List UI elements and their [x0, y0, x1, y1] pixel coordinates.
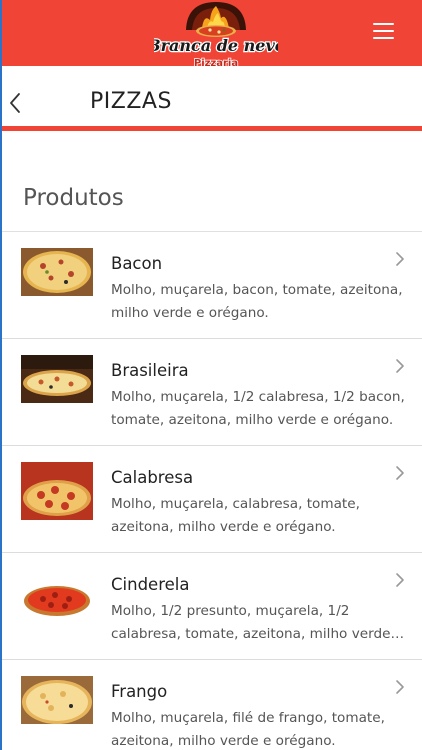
brand-logo[interactable]: Branca de neve Pizzaria: [145, 0, 286, 70]
product-name: Brasileira: [111, 361, 189, 380]
product-item[interactable]: Bacon Molho, muçarela, bacon, tomate, az…: [2, 232, 422, 339]
section-title: Produtos: [23, 185, 124, 211]
product-list: Bacon Molho, muçarela, bacon, tomate, az…: [2, 231, 422, 750]
product-image: [21, 248, 93, 296]
product-description: Molho, muçarela, filé de frango, tomate,…: [111, 710, 385, 749]
product-name: Cinderela: [111, 575, 190, 594]
app-root: Branca de neve Pizzaria PIZZAS Produtos: [0, 0, 422, 750]
product-image: [21, 676, 93, 724]
product-item[interactable]: Calabresa Molho, muçarela, calabresa, to…: [2, 446, 422, 553]
chevron-right-icon: [395, 251, 405, 267]
hamburger-menu-icon[interactable]: [372, 23, 396, 43]
product-image: [21, 577, 93, 625]
product-image: [21, 462, 93, 520]
product-description: Molho, muçarela, bacon, tomate, azeitona…: [111, 282, 403, 321]
product-description: Molho, muçarela, calabresa, tomate, azei…: [111, 496, 360, 535]
product-name: Frango: [111, 682, 168, 701]
chevron-right-icon: [395, 572, 405, 588]
product-name: Calabresa: [111, 468, 194, 487]
product-name: Bacon: [111, 254, 163, 273]
chevron-left-icon[interactable]: [8, 92, 22, 114]
product-item[interactable]: Cinderela Molho, 1/2 presunto, muçarela,…: [2, 553, 422, 660]
product-item[interactable]: Frango Molho, muçarela, filé de frango, …: [2, 660, 422, 750]
brand-logo-text: Branca de neve: [154, 36, 278, 55]
product-image: [21, 355, 93, 403]
chevron-right-icon: [395, 465, 405, 481]
product-description: Molho, muçarela, 1/2 calabresa, 1/2 baco…: [111, 389, 405, 428]
chevron-right-icon: [395, 679, 405, 695]
product-item[interactable]: Brasileira Molho, muçarela, 1/2 calabres…: [2, 339, 422, 446]
page-header: PIZZAS: [2, 66, 422, 126]
header-divider: [2, 126, 422, 131]
page-title: PIZZAS: [90, 89, 172, 114]
chevron-right-icon: [395, 358, 405, 374]
product-description: Molho, 1/2 presunto, muçarela, 1/2 calab…: [111, 603, 404, 642]
top-bar: Branca de neve Pizzaria: [2, 0, 422, 70]
brand-logo-subtext: Pizzaria: [194, 58, 238, 66]
